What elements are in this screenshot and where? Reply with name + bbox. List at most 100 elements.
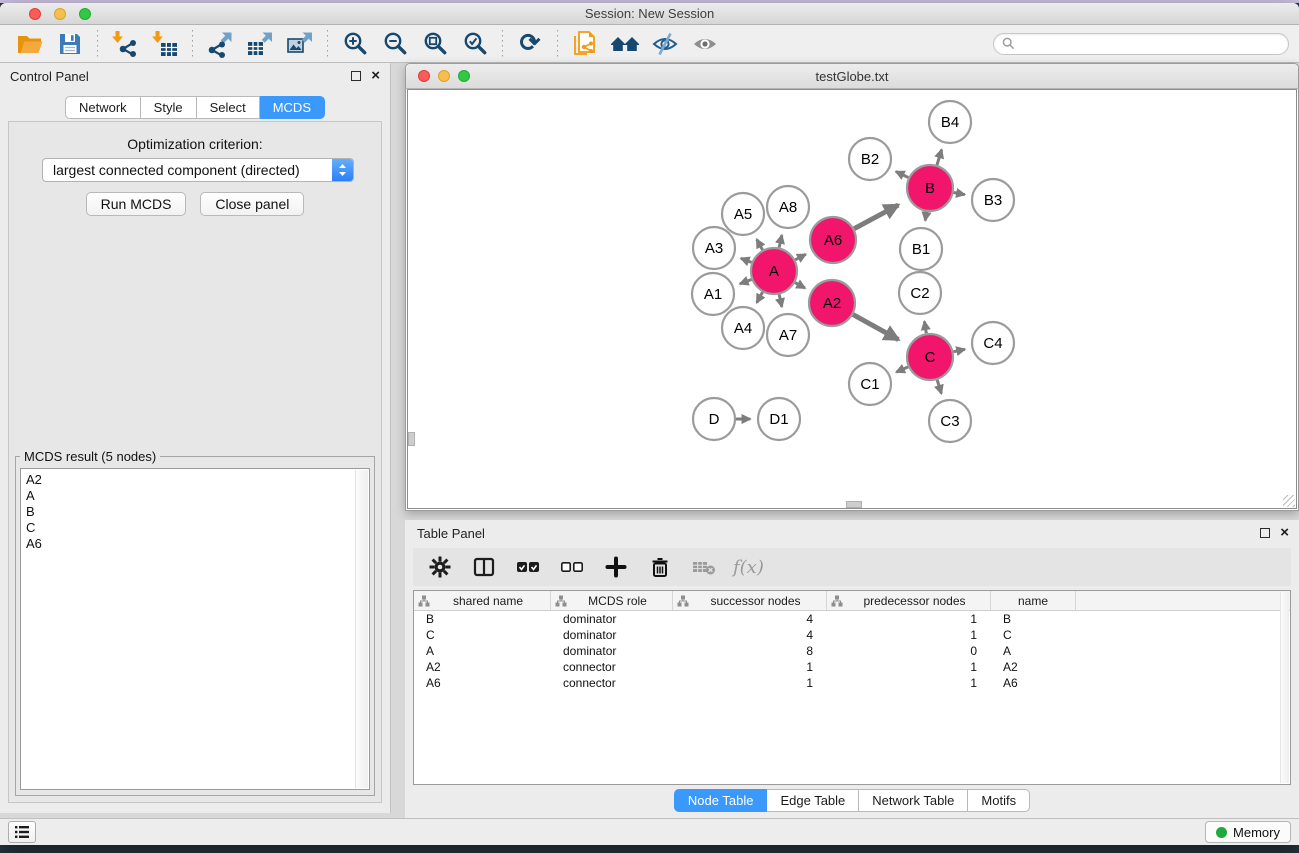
- graph-edge-B-B3[interactable]: [954, 192, 965, 194]
- tab-style[interactable]: Style: [141, 96, 197, 119]
- select-all-button[interactable]: [513, 552, 543, 582]
- graph-edge-B-B2[interactable]: [896, 172, 908, 178]
- column-header-shared-name[interactable]: shared name: [414, 591, 551, 610]
- network-vertical-scrollbar[interactable]: [408, 432, 415, 446]
- memory-button[interactable]: Memory: [1205, 821, 1291, 843]
- close-table-panel-button[interactable]: ×: [1280, 528, 1289, 538]
- graph-node-C2[interactable]: C2: [899, 272, 941, 314]
- open-session-button[interactable]: [10, 28, 50, 60]
- mcds-result-item[interactable]: B: [21, 504, 369, 520]
- zoom-selected-button[interactable]: [455, 28, 495, 60]
- graph-node-A4[interactable]: A4: [722, 307, 764, 349]
- export-image-button[interactable]: [280, 28, 320, 60]
- float-table-panel-button[interactable]: [1260, 528, 1270, 538]
- delete-table-button[interactable]: [689, 552, 719, 582]
- graph-edge-B-B4[interactable]: [937, 150, 942, 165]
- graph-node-A2[interactable]: A2: [809, 280, 855, 326]
- export-table-button[interactable]: [240, 28, 280, 60]
- column-header-successor-nodes[interactable]: successor nodes: [673, 591, 827, 610]
- table-row[interactable]: A6connector11A6: [414, 675, 1290, 691]
- new-network-from-file-button[interactable]: [565, 28, 605, 60]
- close-panel-button[interactable]: ×: [371, 71, 380, 81]
- close-panel-button-mcds[interactable]: Close panel: [200, 192, 304, 216]
- search-input[interactable]: [1020, 36, 1280, 51]
- refresh-view-button[interactable]: ⟳: [510, 28, 550, 60]
- graph-node-B2[interactable]: B2: [849, 138, 891, 180]
- mcds-result-item[interactable]: A: [21, 488, 369, 504]
- float-panel-button[interactable]: [351, 71, 361, 81]
- import-table-button[interactable]: [145, 28, 185, 60]
- table-row[interactable]: Cdominator41C: [414, 627, 1290, 643]
- network-canvas[interactable]: B4B2BB3A5A8A6B1A3AA1C2A2A4A7C4CC1C3DD1: [407, 89, 1297, 509]
- function-builder-button[interactable]: f(x): [733, 552, 764, 582]
- graph-node-A6[interactable]: A6: [810, 217, 856, 263]
- hide-graphics-button[interactable]: [645, 28, 685, 60]
- graph-node-D[interactable]: D: [693, 398, 735, 440]
- graph-edge-A-A2[interactable]: [795, 283, 805, 289]
- tab-mcds[interactable]: MCDS: [260, 96, 325, 119]
- save-session-button[interactable]: [50, 28, 90, 60]
- mcds-result-item[interactable]: C: [21, 520, 369, 536]
- home-network-button[interactable]: [605, 28, 645, 60]
- zoom-fit-button[interactable]: [415, 28, 455, 60]
- add-column-button[interactable]: [601, 552, 631, 582]
- graph-edge-A2-C[interactable]: [853, 315, 898, 340]
- delete-column-button[interactable]: [645, 552, 675, 582]
- table-options-button[interactable]: [425, 552, 455, 582]
- optimization-criterion-select[interactable]: largest connected component (directed): [42, 158, 354, 182]
- tab-network[interactable]: Network: [65, 96, 141, 119]
- run-mcds-button[interactable]: Run MCDS: [86, 192, 187, 216]
- graph-node-C4[interactable]: C4: [972, 322, 1014, 364]
- graph-edge-A-A4[interactable]: [757, 292, 763, 303]
- graph-node-C1[interactable]: C1: [849, 363, 891, 405]
- export-network-button[interactable]: [200, 28, 240, 60]
- graph-node-A7[interactable]: A7: [767, 314, 809, 356]
- mcds-result-item[interactable]: A6: [21, 536, 369, 552]
- column-header-name[interactable]: name: [991, 591, 1076, 610]
- column-header-MCDS-role[interactable]: MCDS role: [551, 591, 673, 610]
- graph-node-A[interactable]: A: [751, 248, 797, 294]
- import-network-button[interactable]: [105, 28, 145, 60]
- zoom-out-button[interactable]: [375, 28, 415, 60]
- graph-node-C3[interactable]: C3: [929, 400, 971, 442]
- graph-edge-A-A6[interactable]: [795, 254, 805, 260]
- graph-edge-A6-B[interactable]: [854, 205, 898, 229]
- graph-node-A8[interactable]: A8: [767, 186, 809, 228]
- graph-edge-A-A3[interactable]: [741, 258, 752, 262]
- graph-edge-C-C3[interactable]: [937, 380, 941, 394]
- tab-node-table[interactable]: Node Table: [674, 789, 768, 812]
- task-history-button[interactable]: [8, 821, 36, 843]
- show-graphics-button[interactable]: [685, 28, 725, 60]
- result-scrollbar[interactable]: [355, 470, 368, 788]
- graph-node-B1[interactable]: B1: [900, 228, 942, 270]
- tab-edge-table[interactable]: Edge Table: [767, 789, 859, 812]
- mcds-result-list[interactable]: A2ABCA6: [20, 468, 370, 790]
- zoom-in-button[interactable]: [335, 28, 375, 60]
- mcds-result-item[interactable]: A2: [21, 472, 369, 488]
- graph-node-D1[interactable]: D1: [758, 398, 800, 440]
- graph-edge-C-C1[interactable]: [896, 367, 908, 372]
- graph-edge-B-B1[interactable]: [925, 212, 926, 221]
- network-horizontal-scrollbar[interactable]: [846, 501, 862, 508]
- tab-network-table[interactable]: Network Table: [859, 789, 968, 812]
- table-row[interactable]: Adominator80A: [414, 643, 1290, 659]
- deselect-all-button[interactable]: [557, 552, 587, 582]
- tab-select[interactable]: Select: [197, 96, 260, 119]
- graph-edge-A-A5[interactable]: [757, 239, 763, 250]
- graph-node-A3[interactable]: A3: [693, 227, 735, 269]
- graph-edge-A-A1[interactable]: [740, 279, 752, 283]
- graph-node-B3[interactable]: B3: [972, 179, 1014, 221]
- table-scrollbar[interactable]: [1280, 592, 1289, 783]
- graph-node-B4[interactable]: B4: [929, 101, 971, 143]
- table-row[interactable]: Bdominator41B: [414, 611, 1290, 627]
- tab-motifs[interactable]: Motifs: [968, 789, 1030, 812]
- graph-edge-A-A8[interactable]: [779, 235, 782, 247]
- graph-node-A5[interactable]: A5: [722, 193, 764, 235]
- search-field[interactable]: [993, 33, 1289, 55]
- graph-edge-C-C2[interactable]: [924, 321, 926, 333]
- table-row[interactable]: A2connector11A2: [414, 659, 1290, 675]
- column-header-predecessor-nodes[interactable]: predecessor nodes: [827, 591, 991, 610]
- resize-grip[interactable]: [1283, 495, 1295, 507]
- graph-edge-A-A7[interactable]: [779, 294, 782, 306]
- show-column-panel-button[interactable]: [469, 552, 499, 582]
